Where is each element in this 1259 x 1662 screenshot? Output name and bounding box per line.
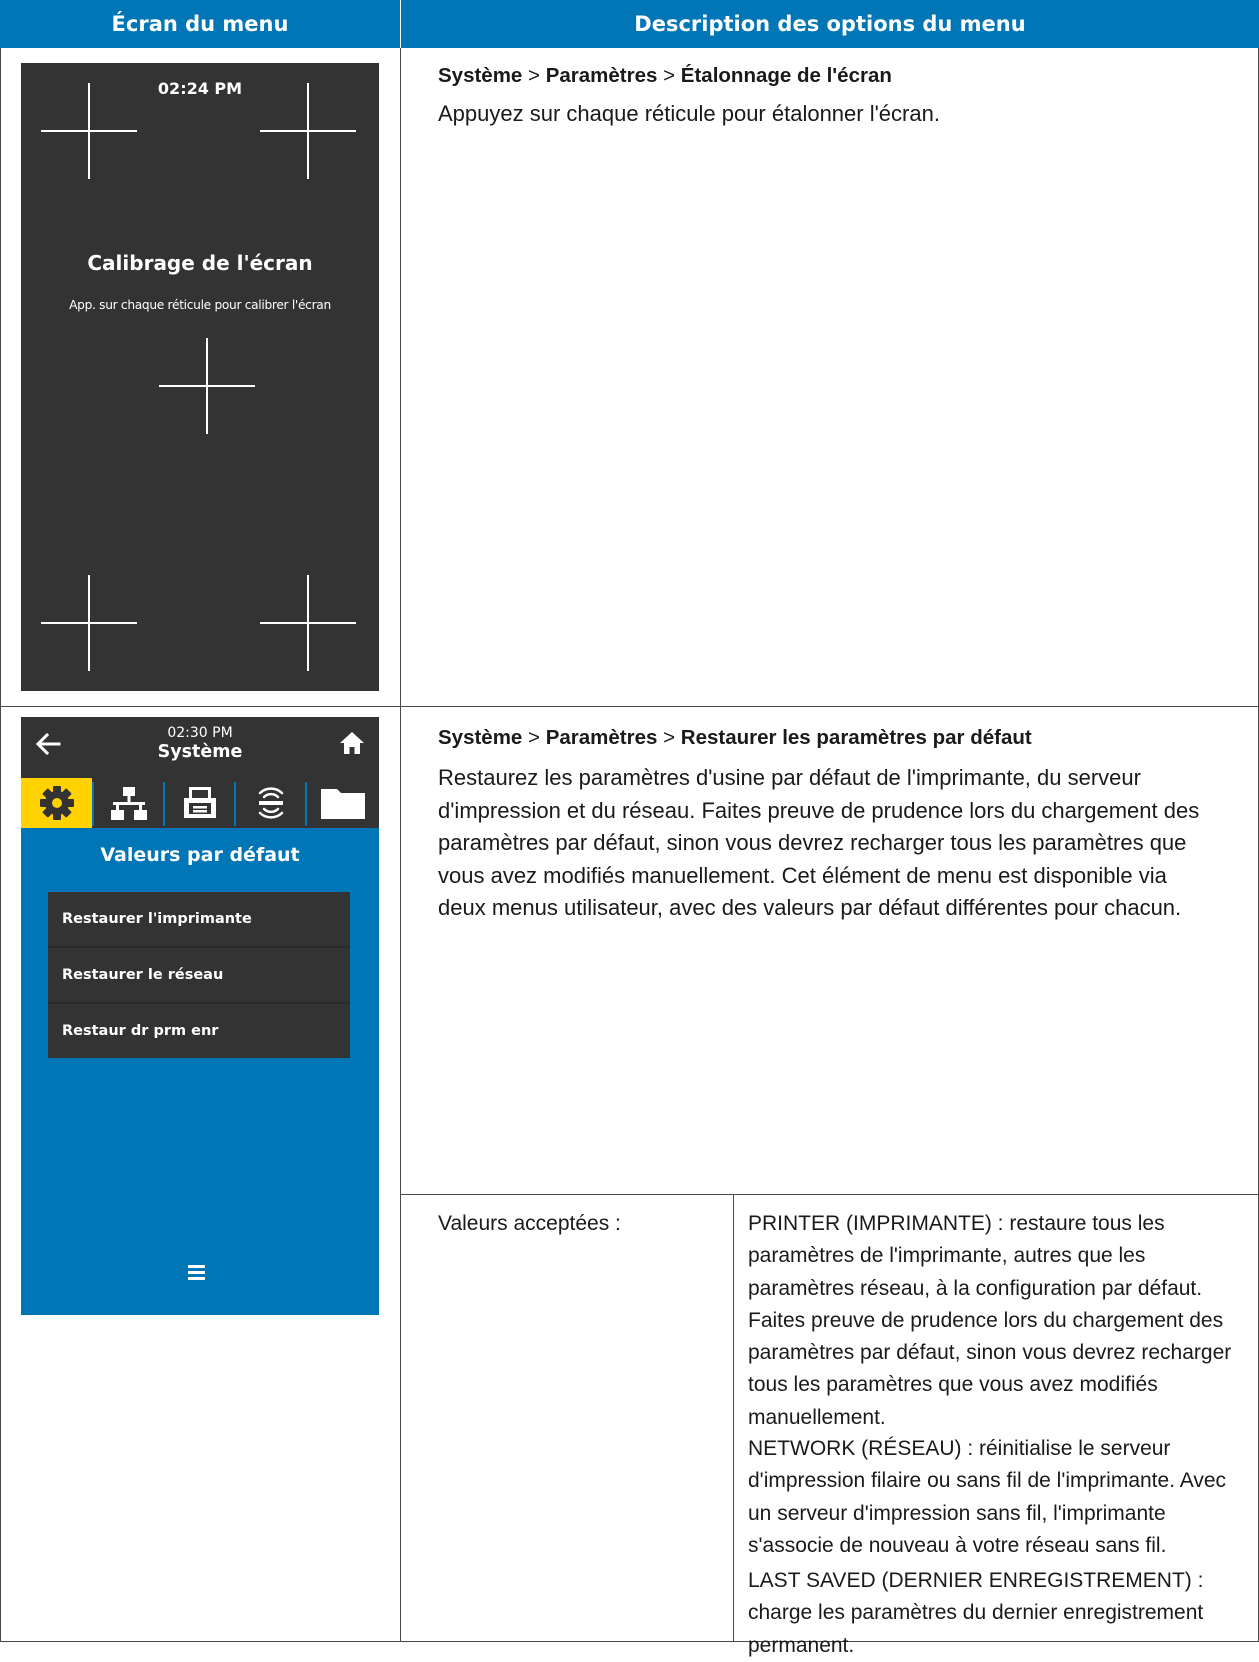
tab-network[interactable] <box>94 778 163 828</box>
column-header-menu-screen: Écran du menu <box>0 0 400 48</box>
breadcrumb-separator: > <box>522 64 546 87</box>
breadcrumb-item: Étalonnage de l'écran <box>680 64 892 87</box>
crosshair-icon[interactable] <box>41 83 137 179</box>
restore-printer-item[interactable]: Restaurer l'imprimante <box>48 892 350 946</box>
option-value-network: NETWORK (RÉSEAU) : réinitialise le serve… <box>748 1437 1227 1557</box>
tab-system[interactable] <box>21 778 92 828</box>
table-border-left <box>0 48 1 1642</box>
gear-icon <box>39 786 74 820</box>
calibration-screen: 02:24 PM Calibrage de l'écran App. sur c… <box>21 63 379 691</box>
subtable-top <box>401 1194 1259 1195</box>
accepted-values-label: Valeurs acceptées : <box>438 1212 621 1235</box>
printer-icon <box>183 787 216 818</box>
section-heading: Valeurs par défaut <box>100 844 300 866</box>
breadcrumb-item: Restaurer les paramètres par défaut <box>680 726 1032 749</box>
option-value-last-saved: LAST SAVED (DERNIER ENREGISTREMENT) : ch… <box>748 1569 1204 1657</box>
table-column-divider <box>400 48 401 1642</box>
breadcrumb-item: Système <box>438 726 523 749</box>
crosshair-icon[interactable] <box>260 575 356 671</box>
tab-storage[interactable] <box>307 778 379 828</box>
breadcrumb-separator: > <box>522 726 546 749</box>
option-description: Restaurez les paramètres d'usine par déf… <box>438 765 1200 920</box>
menu-tabs <box>21 778 379 828</box>
breadcrumb-separator: > <box>657 64 681 87</box>
screen-title: Système <box>157 742 243 762</box>
breadcrumb-item: Paramètres <box>545 64 658 87</box>
folder-icon <box>321 789 365 819</box>
clock: 02:30 PM <box>167 725 233 741</box>
breadcrumb-separator: > <box>657 726 681 749</box>
hamburger-menu-icon[interactable] <box>186 1262 214 1284</box>
crosshair-icon[interactable] <box>41 575 137 671</box>
network-icon <box>110 787 147 820</box>
row-divider <box>0 706 1259 707</box>
home-icon[interactable] <box>339 730 365 756</box>
screen-title: Calibrage de l'écran <box>87 251 313 275</box>
breadcrumb-item: Paramètres <box>545 726 658 749</box>
subtable-divider <box>733 1194 734 1642</box>
breadcrumb-item: Système <box>438 64 523 87</box>
restore-network-item[interactable]: Restaurer le réseau <box>48 948 350 1002</box>
screen-instruction: App. sur chaque réticule pour calibrer l… <box>69 298 331 312</box>
crosshair-icon[interactable] <box>260 83 356 179</box>
top-bar: 02:30 PM Système <box>21 717 379 778</box>
breadcrumb: Système > Paramètres > Restaurer les par… <box>438 724 1032 752</box>
restore-last-saved-item[interactable]: Restaur dr prm enr <box>48 1004 350 1058</box>
crosshair-icon[interactable] <box>159 338 255 434</box>
tab-print[interactable] <box>165 778 234 828</box>
option-description: Appuyez sur chaque réticule pour étalonn… <box>438 101 940 126</box>
breadcrumb: Système > Paramètres > Étalonnage de l'é… <box>438 62 892 90</box>
tab-wireless[interactable] <box>236 778 305 828</box>
wireless-icon <box>258 787 283 819</box>
column-header-description: Description des options du menu <box>401 0 1259 48</box>
option-value-printer: PRINTER (IMPRIMANTE) : restaure tous les… <box>748 1212 1232 1429</box>
defaults-screen: 02:30 PM Système Valeurs par défaut Rest… <box>21 717 379 1315</box>
